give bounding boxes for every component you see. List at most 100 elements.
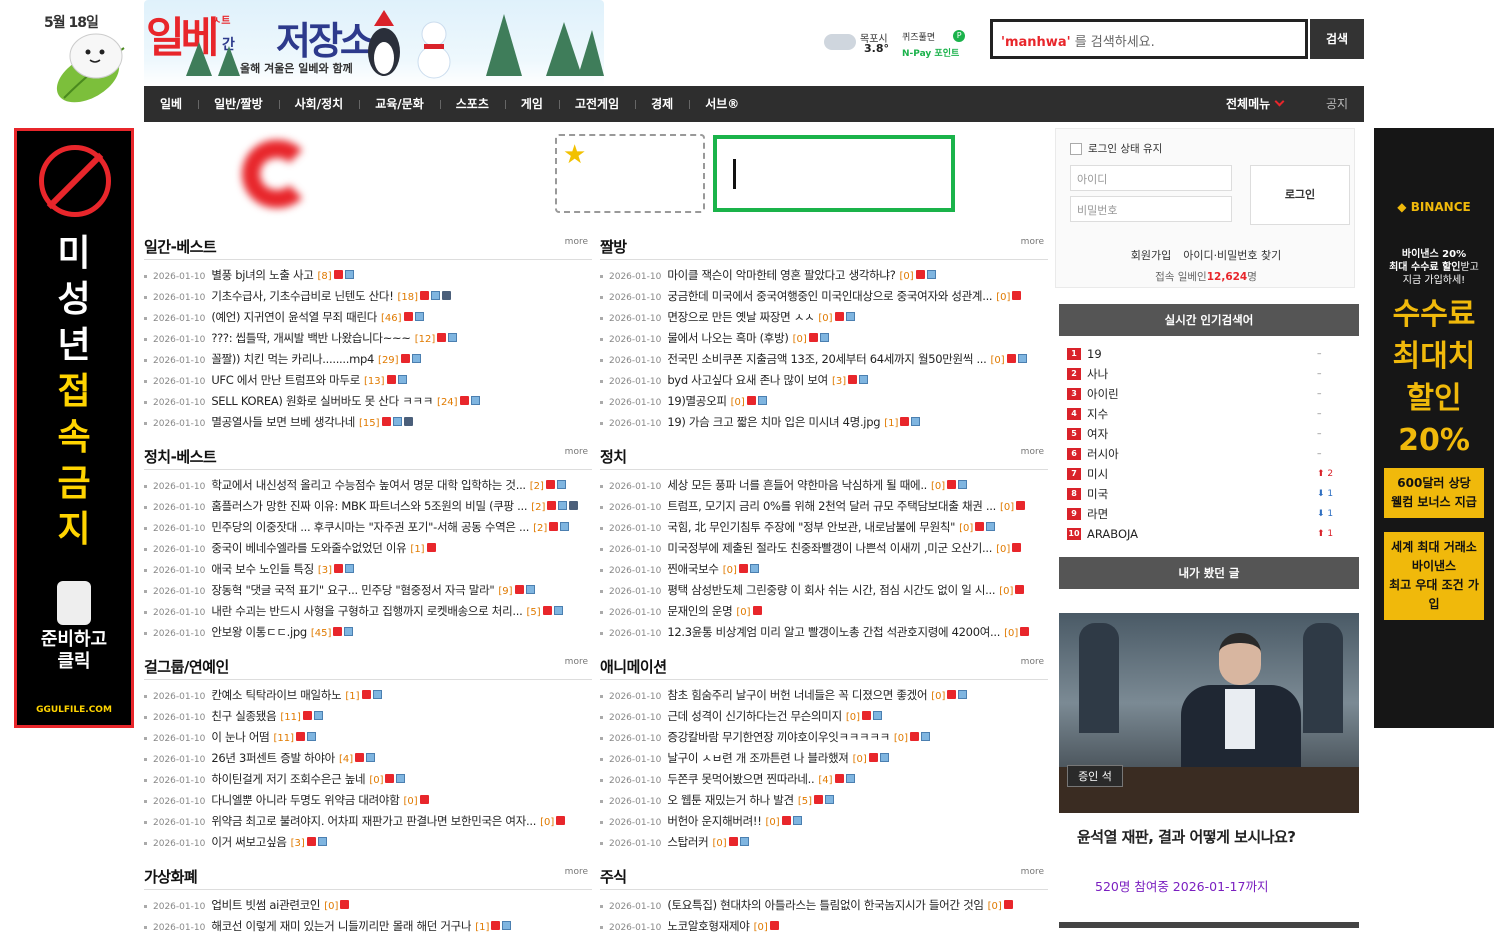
comment-count[interactable]: [0] bbox=[988, 901, 1002, 912]
rank-term[interactable]: 러시아 bbox=[1087, 447, 1119, 461]
post-item[interactable]: 2026-01-10 (예언) 지귀연이 윤석열 무죄 때린다 [46] bbox=[144, 307, 592, 328]
post-item[interactable]: 2026-01-10 12.3윤통 비상계엄 미리 알고 빨갱이노총 간첩 석관호… bbox=[600, 622, 1048, 643]
find-account-link[interactable]: 아이디·비밀번호 찾기 bbox=[1183, 249, 1281, 262]
post-item[interactable]: 2026-01-10 평택 삼성반도체 그린중량 이 회사 쉬는 시간, 점심 시… bbox=[600, 580, 1048, 601]
post-title[interactable]: 이 눈나 어떰 bbox=[211, 727, 269, 748]
post-item[interactable]: 2026-01-10 위약금 최고로 불려야지. 어차피 재판가고 판결나면 보한… bbox=[144, 811, 592, 832]
nav-item-culture[interactable]: 교육/문화 bbox=[359, 86, 440, 122]
comment-count[interactable]: [4] bbox=[339, 754, 353, 765]
rank-term[interactable]: 지수 bbox=[1087, 407, 1108, 421]
post-item[interactable]: 2026-01-10 내란 수괴는 반드시 사형을 구형하고 집행까지 로켓배송으… bbox=[144, 601, 592, 622]
post-title[interactable]: 물에서 나오는 흑마 (후방) bbox=[667, 328, 788, 349]
comment-count[interactable]: [3] bbox=[832, 376, 846, 387]
post-title[interactable]: (토요특집) 현대차의 아틀라스는 틀림없이 한국놈지시가 들어간 것임 bbox=[667, 895, 983, 916]
site-logo[interactable]: 일베 ㅅ트 간 저장소 올해 겨울은 일베와 함께 bbox=[144, 0, 604, 86]
post-item[interactable]: 2026-01-10 오 웹툰 재밌는거 하나 발견 [5] bbox=[600, 790, 1048, 811]
nav-item-sports[interactable]: 스포츠 bbox=[439, 86, 505, 122]
post-title[interactable]: 별풍 bj녀의 노출 사고 bbox=[211, 265, 313, 286]
post-item[interactable]: 2026-01-10 버헌아 운지해버려!! [0] bbox=[600, 811, 1048, 832]
nav-item-ilbe[interactable]: 일베 bbox=[144, 86, 198, 122]
post-item[interactable]: 2026-01-10 기초수급사, 기초수급비로 닌텐도 산다! [18] bbox=[144, 286, 592, 307]
post-item[interactable]: 2026-01-10 이거 써보고싶음 [3] bbox=[144, 832, 592, 853]
nav-item-general[interactable]: 일반/짤방 bbox=[198, 86, 279, 122]
nav-item-sub[interactable]: 서브® bbox=[689, 86, 755, 122]
post-item[interactable]: 2026-01-10 장동혁 "댓글 국적 표기" 요구... 민주당 "혐중정서… bbox=[144, 580, 592, 601]
rank-term[interactable]: 여자 bbox=[1087, 427, 1108, 441]
post-title[interactable]: UFC 에서 만난 트럼프와 마두로 bbox=[211, 370, 360, 391]
rank-item[interactable]: 9 라면 ⬇ 1 bbox=[1067, 504, 1347, 524]
post-item[interactable]: 2026-01-10 트럼프, 모기지 금리 0%를 위해 2천억 달러 규모 주… bbox=[600, 496, 1048, 517]
comment-count[interactable]: [0] bbox=[999, 586, 1013, 597]
comment-count[interactable]: [0] bbox=[723, 565, 737, 576]
post-title[interactable]: 멸공열사들 보면 브베 생각나네 bbox=[211, 412, 355, 433]
post-title[interactable]: 하이틴걸게 저기 조회수은근 높네 bbox=[211, 769, 365, 790]
comment-count[interactable]: [5] bbox=[526, 607, 540, 618]
viewed-posts-header[interactable]: 내가 봤던 글 bbox=[1059, 557, 1359, 589]
board-title[interactable]: 애니메이션 bbox=[600, 656, 667, 677]
board-title[interactable]: 걸그룹/연예인 bbox=[144, 656, 229, 677]
post-title[interactable]: 찐애국보수 bbox=[667, 559, 718, 580]
rank-item[interactable]: 7 미시 ⬆ 2 bbox=[1067, 464, 1347, 484]
post-item[interactable]: 2026-01-10 참초 힘숨주리 날구이 버헌 너네들은 꼭 디졌으면 좋겠어… bbox=[600, 685, 1048, 706]
post-title[interactable]: 12.3윤통 비상계엄 미리 알고 빨갱이노총 간첩 석관호지령에 4200여.… bbox=[667, 622, 1000, 643]
nav-item-economy[interactable]: 경제 bbox=[635, 86, 689, 122]
more-link[interactable]: more bbox=[1021, 657, 1044, 667]
rank-term[interactable]: 라면 bbox=[1087, 507, 1108, 521]
comment-count[interactable]: [0] bbox=[818, 313, 832, 324]
post-item[interactable]: 2026-01-10 찐애국보수 [0] bbox=[600, 559, 1048, 580]
comment-count[interactable]: [0] bbox=[846, 712, 860, 723]
post-item[interactable]: 2026-01-10 학교에서 내신성적 올리고 수능점수 높여서 명문 대학 입… bbox=[144, 475, 592, 496]
rank-item[interactable]: 3 아이린 – bbox=[1067, 384, 1347, 404]
blurred-ad-banner[interactable] bbox=[232, 134, 326, 214]
post-item[interactable]: 2026-01-10 날구이 ㅅㅂ련 개 조까튼련 나 블라했져 [0] bbox=[600, 748, 1048, 769]
comment-count[interactable]: [0] bbox=[931, 481, 945, 492]
rank-term[interactable]: 19 bbox=[1087, 347, 1102, 361]
post-title[interactable]: 칸예소 틱탁라이브 매일하노 bbox=[211, 685, 341, 706]
comment-count[interactable]: [3] bbox=[291, 838, 305, 849]
comment-count[interactable]: [0] bbox=[404, 796, 418, 807]
poll-question[interactable]: 윤석열 재판, 결과 어떻게 보시나요? bbox=[1077, 826, 1296, 847]
post-item[interactable]: 2026-01-10 근데 성격이 신기하다는건 무슨의미지 [0] bbox=[600, 706, 1048, 727]
post-title[interactable]: 홈플러스가 망한 진짜 이유: MBK 파트너스와 5조원의 비밀 (쿠팡 ..… bbox=[211, 496, 527, 517]
comment-count[interactable]: [15] bbox=[359, 418, 380, 429]
post-title[interactable]: 장동혁 "댓글 국적 표기" 요구... 민주당 "혐중정서 자극 말라" bbox=[211, 580, 494, 601]
comment-count[interactable]: [0] bbox=[1000, 502, 1014, 513]
board-title[interactable]: 일간-베스트 bbox=[144, 236, 217, 257]
poll-photo[interactable]: 증인 석 bbox=[1059, 613, 1359, 813]
search-input[interactable]: 'manhwa' 를 검색하세요. bbox=[990, 19, 1308, 59]
rank-term[interactable]: ARABOJA bbox=[1087, 527, 1138, 541]
star-ad-banner[interactable]: ★ bbox=[555, 134, 705, 213]
post-title[interactable]: 증강칼바람 무기한연장 끼야호이우잇ㅋㅋㅋㅋㅋ bbox=[667, 727, 890, 748]
comment-count[interactable]: [4] bbox=[818, 775, 832, 786]
comment-count[interactable]: [1] bbox=[410, 544, 424, 555]
comment-count[interactable]: [0] bbox=[731, 397, 745, 408]
post-title[interactable]: 오 웹툰 재밌는거 하나 발견 bbox=[667, 790, 794, 811]
post-item[interactable]: 2026-01-10 SELL KOREA) 원화로 실버바도 못 산다 ㅋㅋㅋ [… bbox=[144, 391, 592, 412]
rank-item[interactable]: 6 러시아 – bbox=[1067, 444, 1347, 464]
all-menu-button[interactable]: 전체메뉴 bbox=[1226, 86, 1285, 122]
post-item[interactable]: 2026-01-10 19) 가슴 크고 짧은 치마 입은 미시녀 4명.jpg [… bbox=[600, 412, 1048, 433]
post-item[interactable]: 2026-01-10 미국정부에 제출된 절라도 친중좌빨갱이 나쁜석 이새끼 ,… bbox=[600, 538, 1048, 559]
comment-count[interactable]: [5] bbox=[798, 796, 812, 807]
rank-term[interactable]: 미국 bbox=[1087, 487, 1108, 501]
post-title[interactable]: 다니엘뿐 아니라 두명도 위약금 대려야함 bbox=[211, 790, 399, 811]
mascot-logo[interactable] bbox=[44, 28, 134, 110]
rank-item[interactable]: 8 미국 ⬇ 1 bbox=[1067, 484, 1347, 504]
signup-link[interactable]: 회원가입 bbox=[1131, 249, 1171, 262]
comment-count[interactable]: [0] bbox=[540, 817, 554, 828]
board-title[interactable]: 주식 bbox=[600, 866, 627, 887]
post-title[interactable]: 근데 성격이 신기하다는건 무슨의미지 bbox=[667, 706, 842, 727]
post-title[interactable]: 친구 실종됐음 bbox=[211, 706, 276, 727]
post-title[interactable]: 26년 3퍼센트 증발 하야아 bbox=[211, 748, 335, 769]
post-title[interactable]: 평택 삼성반도체 그린중량 이 회사 쉬는 시간, 점심 시간도 없이 일 시.… bbox=[667, 580, 995, 601]
rank-item[interactable]: 4 지수 – bbox=[1067, 404, 1347, 424]
password-input[interactable]: 비밀번호 bbox=[1070, 196, 1232, 222]
post-title[interactable]: 궁금한데 미국에서 중국여행중인 미국인대상으로 중국여자와 성관계... bbox=[667, 286, 992, 307]
nav-item-retro-game[interactable]: 고전게임 bbox=[558, 86, 635, 122]
board-title[interactable]: 가상화폐 bbox=[144, 866, 198, 887]
login-button[interactable]: 로그인 bbox=[1250, 165, 1350, 225]
post-title[interactable]: SELL KOREA) 원화로 실버바도 못 산다 ㅋㅋㅋ bbox=[211, 391, 433, 412]
more-link[interactable]: more bbox=[565, 237, 588, 247]
comment-count[interactable]: [2] bbox=[533, 523, 547, 534]
comment-count[interactable]: [0] bbox=[959, 523, 973, 534]
